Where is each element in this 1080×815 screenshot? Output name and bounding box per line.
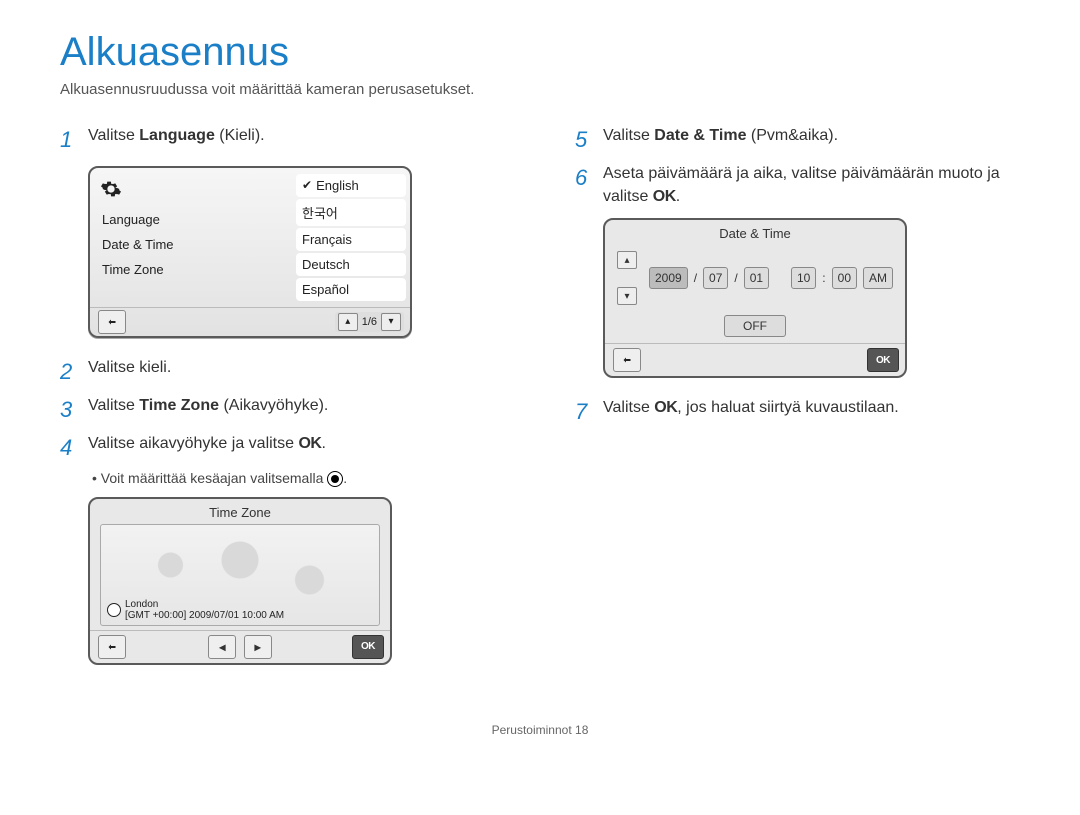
page-footer: Perustoiminnot 18 [60,723,1020,737]
step-number: 1 [60,124,78,156]
ampm-field[interactable]: AM [863,267,893,289]
off-button[interactable]: OFF [724,315,786,337]
step-number: 2 [60,356,78,388]
timezone-map[interactable]: London [GMT +00:00] 2009/07/01 10:00 AM [100,524,380,626]
step-3: 3 Valitse Time Zone (Aikavyöhyke). [60,394,505,426]
ok-button[interactable]: OK [352,635,384,659]
menu-item-language[interactable]: Language [90,207,292,232]
value-down-button[interactable]: ▾ [617,287,637,305]
datetime-off: OFF [617,319,893,333]
back-button[interactable] [98,635,126,659]
step-text: Valitse aikavyöhyke ja valitse OK. [88,432,326,464]
lang-option-deutsch[interactable]: Deutsch [296,253,406,276]
nav-left-button[interactable]: ◂ [208,635,236,659]
step-1: 1 Valitse Language (Kieli). [60,124,505,156]
step-7: 7 Valitse OK, jos haluat siirtyä kuvaust… [575,396,1020,428]
page-title: Alkuasennus [60,30,1020,75]
step-4-bullet: • Voit määrittää kesäajan valitsemalla . [92,470,505,487]
lang-option-korean[interactable]: 한국어 [296,199,406,226]
menu-item-datetime[interactable]: Date & Time [90,232,292,257]
right-column: 5 Valitse Date & Time (Pvm&aika). 6 Aset… [575,118,1020,683]
dst-sun-icon[interactable] [107,603,121,617]
step-text: Aseta päivämäärä ja aika, valitse päiväm… [603,162,1020,208]
menu-item-timezone[interactable]: Time Zone [90,257,292,282]
year-field[interactable]: 2009 [649,267,688,289]
page-up-button[interactable]: ▴ [338,313,358,331]
step-text: Valitse Time Zone (Aikavyöhyke). [88,394,328,426]
ok-icon: OK [654,399,677,416]
date-separator: / [694,271,697,285]
step-text: Valitse Language (Kieli). [88,124,265,156]
step-number: 7 [575,396,593,428]
step-text: Valitse OK, jos haluat siirtyä kuvaustil… [603,396,899,428]
month-field[interactable]: 07 [703,267,728,289]
day-field[interactable]: 01 [744,267,769,289]
datetime-panel: Date & Time ▴ ▾ 2009 / 07 / 01 10 [603,218,907,378]
timezone-info: London [GMT +00:00] 2009/07/01 10:00 AM [107,599,284,621]
date-separator: / [734,271,737,285]
step-text: Valitse Date & Time (Pvm&aika). [603,124,838,156]
back-icon [621,354,633,366]
ok-icon: OK [653,188,676,205]
ok-icon: OK [298,435,321,452]
pager: ▴ 1/6 ▾ [335,312,404,332]
page-indicator: 1/6 [362,316,377,328]
step-number: 6 [575,162,593,208]
lang-option-francais[interactable]: Français [296,228,406,251]
back-button[interactable] [613,348,641,372]
step-number: 5 [575,124,593,156]
dst-sun-icon [327,471,343,487]
lang-option-english[interactable]: English [296,174,406,197]
ok-button[interactable]: OK [867,348,899,372]
page-down-button[interactable]: ▾ [381,313,401,331]
step-text: Valitse kieli. [88,356,171,388]
minute-field[interactable]: 00 [832,267,857,289]
step-6: 6 Aseta päivämäärä ja aika, valitse päiv… [575,162,1020,208]
step-number: 4 [60,432,78,464]
step-2: 2 Valitse kieli. [60,356,505,388]
back-button[interactable] [98,310,126,334]
time-separator: : [822,271,825,285]
left-column: 1 Valitse Language (Kieli). Language Dat… [60,118,505,683]
timezone-title: Time Zone [90,505,390,520]
gear-icon [100,178,122,200]
hour-field[interactable]: 10 [791,267,816,289]
step-4: 4 Valitse aikavyöhyke ja valitse OK. [60,432,505,464]
nav-right-button[interactable]: ▸ [244,635,272,659]
value-up-button[interactable]: ▴ [617,251,637,269]
page-subtitle: Alkuasennusruudussa voit määrittää kamer… [60,81,1020,98]
back-icon [106,316,118,328]
step-5: 5 Valitse Date & Time (Pvm&aika). [575,124,1020,156]
lang-option-espanol[interactable]: Español [296,278,406,301]
datetime-title: Date & Time [605,220,905,241]
timezone-panel: Time Zone London [GMT +00:00] 2009/07/01… [88,497,392,665]
step-number: 3 [60,394,78,426]
language-panel: Language Date & Time Time Zone English 한… [88,166,412,338]
back-icon [106,641,118,653]
